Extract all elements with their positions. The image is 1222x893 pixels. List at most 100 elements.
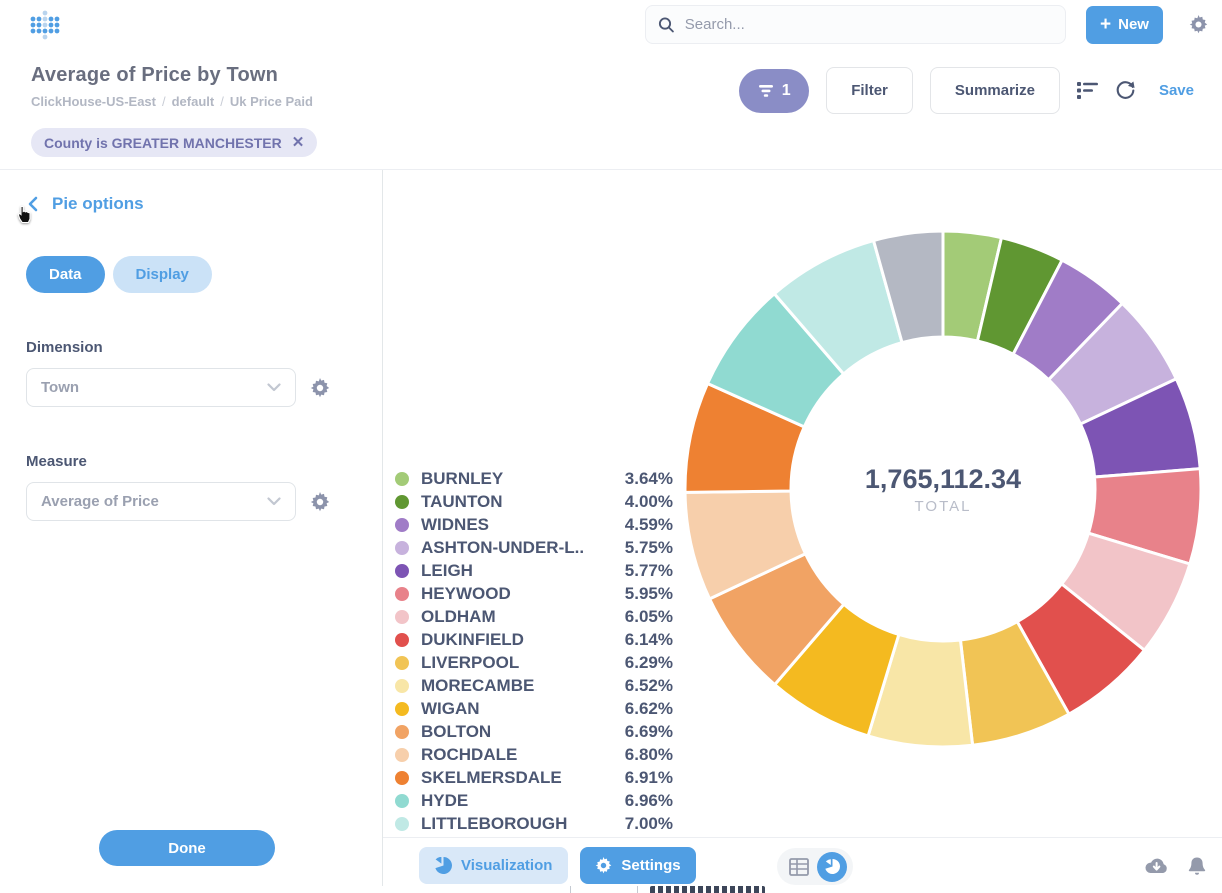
legend-item[interactable]: BURNLEY 3.64% — [395, 467, 673, 490]
legend-color-dot — [395, 610, 409, 624]
legend-percent: 5.95% — [625, 584, 673, 604]
legend-item[interactable]: LIVERPOOL 6.29% — [395, 651, 673, 674]
legend-item[interactable]: TAUNTON4.00% — [395, 490, 673, 513]
dimension-gear-icon[interactable] — [310, 378, 330, 398]
legend-label: ROCHDALE — [421, 745, 517, 765]
legend-item[interactable]: ASHTON-UNDER-L..5.75% — [395, 536, 673, 559]
bell-icon[interactable] — [1188, 856, 1206, 876]
legend-label: LIVERPOOL — [421, 653, 519, 673]
legend-label: WIDNES — [421, 515, 489, 535]
measure-gear-icon[interactable] — [310, 492, 330, 512]
notebook-icon[interactable] — [1077, 81, 1098, 100]
legend-item[interactable]: WIGAN 6.62% — [395, 697, 673, 720]
legend-percent: 6.52% — [625, 676, 673, 696]
legend-color-dot — [395, 587, 409, 601]
legend-color-dot — [395, 633, 409, 647]
legend-label: MORECAMBE — [421, 676, 534, 696]
legend-label: ASHTON-UNDER-L.. — [421, 538, 584, 558]
legend-color-dot — [395, 656, 409, 670]
pie-view-icon[interactable] — [817, 852, 847, 882]
legend-label: OLDHAM — [421, 607, 496, 627]
legend-percent: 6.91% — [625, 768, 673, 788]
legend-item[interactable]: DUKINFIELD6.14% — [395, 628, 673, 651]
filter-count-button[interactable]: 1 — [739, 69, 809, 113]
legend-item[interactable]: ROCHDALE6.80% — [395, 743, 673, 766]
legend-item[interactable]: HEYWOOD 5.95% — [395, 582, 673, 605]
legend-item[interactable]: MORECAMBE 6.52% — [395, 674, 673, 697]
legend-percent: 6.29% — [625, 653, 673, 673]
settings-gear-icon[interactable] — [1189, 15, 1208, 34]
legend-percent: 5.77% — [625, 561, 673, 581]
legend-percent: 6.62% — [625, 699, 673, 719]
legend-item[interactable]: BOLTON6.69% — [395, 720, 673, 743]
chevron-down-icon — [267, 493, 281, 510]
download-icon[interactable] — [1145, 858, 1168, 875]
legend-color-dot — [395, 472, 409, 486]
viz-type-toggle — [777, 848, 853, 885]
legend-item[interactable]: WIDNES 4.59% — [395, 513, 673, 536]
visualization-button[interactable]: Visualization — [419, 847, 568, 884]
legend-label: BURNLEY — [421, 469, 503, 489]
legend-label: DUKINFIELD — [421, 630, 524, 650]
pie-chart[interactable] — [683, 229, 1203, 749]
dimension-select[interactable]: Town — [26, 368, 296, 407]
settings-button[interactable]: Settings — [580, 847, 695, 884]
breadcrumb: ClickHouse-US-East/default/Uk Price Paid — [31, 94, 313, 109]
legend-item[interactable]: LITTLEBOROUGH 7.00% — [395, 812, 673, 835]
legend-label: HYDE — [421, 791, 468, 811]
legend-color-dot — [395, 541, 409, 555]
legend-percent: 7.00% — [625, 814, 673, 834]
dimension-label: Dimension — [26, 339, 356, 356]
metabase-logo-icon[interactable] — [30, 9, 60, 41]
legend-percent: 6.05% — [625, 607, 673, 627]
breadcrumb-database[interactable]: ClickHouse-US-East — [31, 94, 156, 109]
legend-item[interactable]: SKELMERSDALE6.91% — [395, 766, 673, 789]
remove-filter-icon[interactable]: ✕ — [292, 135, 305, 150]
chevron-down-icon — [267, 379, 281, 396]
legend-label: LEIGH — [421, 561, 473, 581]
filter-chip[interactable]: County is GREATER MANCHESTER ✕ — [31, 128, 317, 157]
search-box[interactable] — [645, 5, 1066, 44]
breadcrumb-schema[interactable]: default — [172, 94, 215, 109]
tab-data[interactable]: Data — [26, 256, 105, 293]
sidebar-title: Pie options — [52, 194, 144, 214]
refresh-icon[interactable] — [1115, 80, 1136, 101]
legend-item[interactable]: HYDE6.96% — [395, 789, 673, 812]
pie-icon — [435, 857, 452, 874]
done-button[interactable]: Done — [99, 830, 275, 866]
measure-select[interactable]: Average of Price — [26, 482, 296, 521]
pie-options-sidebar: Pie options Data Display Dimension Town … — [0, 170, 383, 886]
legend-percent: 3.64% — [625, 469, 673, 489]
visualization-footer: Visualization Settings — [383, 837, 1222, 893]
legend-label: HEYWOOD — [421, 584, 511, 604]
legend-item[interactable]: OLDHAM 6.05% — [395, 605, 673, 628]
legend-item[interactable]: LEIGH 5.77% — [395, 559, 673, 582]
funnel-icon — [758, 84, 774, 98]
visualization-canvas: BURNLEY3.64%TAUNTON4.00%WIDNES4.59%ASHTO… — [383, 170, 1222, 886]
legend-color-dot — [395, 518, 409, 532]
filter-button[interactable]: Filter — [826, 67, 913, 114]
chart-legend: BURNLEY3.64%TAUNTON4.00%WIDNES4.59%ASHTO… — [395, 467, 673, 858]
question-header: Average of Price by Town ClickHouse-US-E… — [0, 56, 1222, 114]
legend-color-dot — [395, 817, 409, 831]
breadcrumb-table[interactable]: Uk Price Paid — [230, 94, 313, 109]
legend-color-dot — [395, 679, 409, 693]
legend-percent: 4.59% — [625, 515, 673, 535]
legend-label: BOLTON — [421, 722, 491, 742]
new-button[interactable]: + New — [1086, 6, 1163, 44]
save-button[interactable]: Save — [1159, 82, 1194, 99]
gear-icon — [595, 857, 612, 874]
tab-display[interactable]: Display — [113, 256, 212, 293]
legend-label: WIGAN — [421, 699, 480, 719]
legend-color-dot — [395, 702, 409, 716]
legend-label: LITTLEBOROUGH — [421, 814, 567, 834]
back-chevron-icon[interactable] — [26, 196, 40, 212]
plus-icon: + — [1100, 15, 1111, 34]
table-view-icon[interactable] — [789, 858, 809, 876]
search-input[interactable] — [685, 16, 1053, 33]
legend-color-dot — [395, 495, 409, 509]
search-icon — [658, 16, 675, 34]
legend-color-dot — [395, 564, 409, 578]
summarize-button[interactable]: Summarize — [930, 67, 1060, 114]
legend-color-dot — [395, 725, 409, 739]
